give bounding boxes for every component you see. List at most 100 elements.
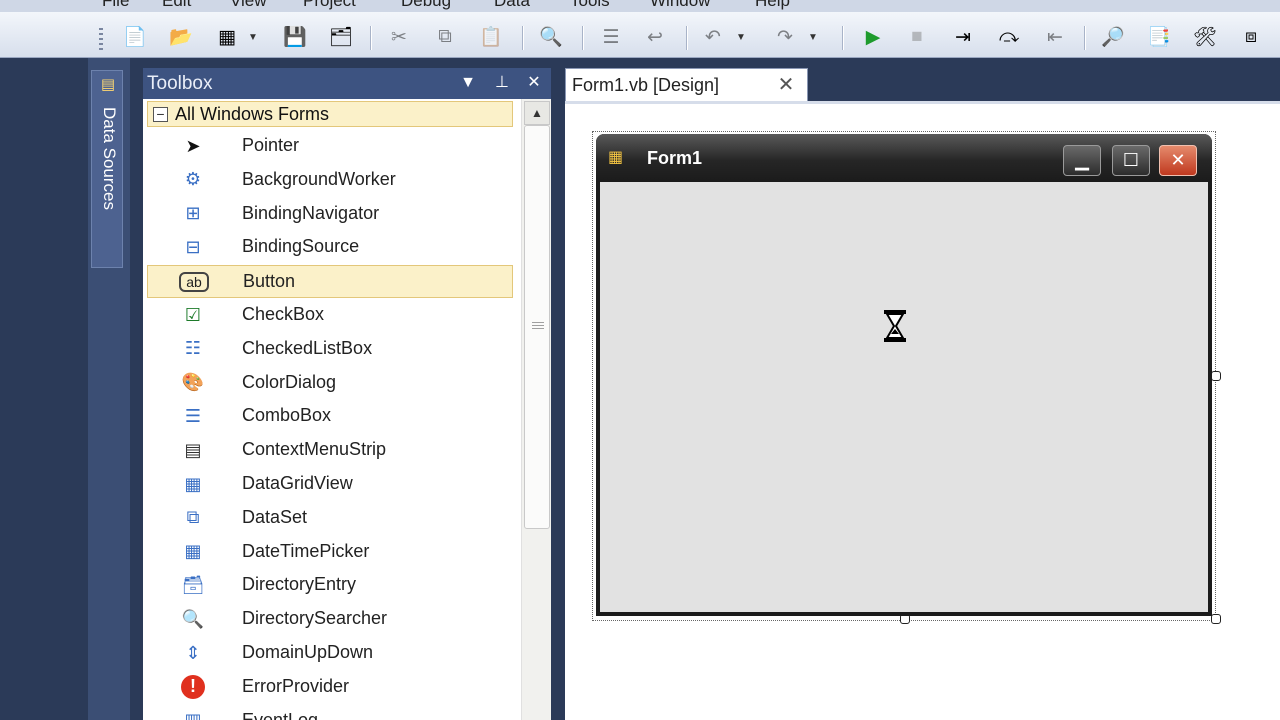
auto-hide-pin-icon[interactable]: ⊥ — [489, 70, 515, 96]
toolbox-item-colordialog[interactable]: 🎨 ColorDialog — [147, 367, 513, 400]
class-view-icon[interactable]: ⧈ — [1236, 23, 1266, 51]
tab-form1-design[interactable]: Form1.vb [Design] ✕ — [565, 68, 808, 101]
close-button[interactable]: ✕ — [1159, 145, 1197, 176]
toolbar-separator — [370, 26, 371, 50]
toolbox-item-button[interactable]: ab Button — [147, 265, 513, 299]
error-provider-icon: ! — [181, 674, 205, 699]
toolbox-item-datetimepicker[interactable]: ▦ DateTimePicker — [147, 536, 513, 569]
menu-item-data[interactable]: Data — [494, 0, 530, 11]
toolbox-item-combobox[interactable]: ☰ ComboBox — [147, 400, 513, 433]
binding-navigator-icon: ⊞ — [185, 203, 201, 224]
color-dialog-icon: 🎨 — [181, 372, 205, 393]
toolbox-item-label: CheckBox — [242, 304, 325, 324]
maximize-button[interactable]: ☐ — [1112, 145, 1150, 176]
paste-icon[interactable]: 📋 — [476, 23, 506, 51]
directory-entry-icon: 🗃 — [181, 574, 205, 595]
stop-debug-icon[interactable]: ■ — [902, 23, 932, 51]
cut-icon[interactable]: ✂ — [384, 23, 414, 51]
toolbox-item-contextmenustrip[interactable]: ▤ ContextMenuStrip — [147, 434, 513, 467]
toolbox-item-bindingnavigator[interactable]: ⊞ BindingNavigator — [147, 198, 513, 231]
copy-icon[interactable]: ⧉ — [430, 23, 460, 51]
toolbox-item-label: DataSet — [242, 506, 308, 527]
scrollbar-thumb[interactable] — [524, 125, 550, 529]
form-designer-surface[interactable]: ▦ Form1 ▁ ☐ ✕ — [565, 101, 1280, 720]
combo-box-icon: ☰ — [184, 405, 202, 426]
toolbox-panel: Toolbox ▼ ⊥ ✕ − All Windows Forms ➤ Point… — [143, 68, 551, 720]
data-sources-tab[interactable]: ▤ Data Sources — [91, 70, 123, 268]
properties-icon[interactable]: 📑 — [1144, 23, 1174, 51]
toolbar-separator — [1084, 26, 1085, 50]
start-debug-icon[interactable]: ▶ — [858, 23, 888, 51]
toolbox-item-eventlog[interactable]: ▥ EventLog — [147, 705, 513, 720]
toolbox-item-directorysearcher[interactable]: 🔍 DirectorySearcher — [147, 603, 513, 636]
undo-icon[interactable]: ↶ — [698, 23, 728, 51]
database-icon: ▤ — [100, 76, 116, 93]
close-icon[interactable]: ✕ — [521, 70, 547, 96]
resize-handle-right[interactable] — [1211, 371, 1221, 381]
step-over-icon[interactable]: ⤼ — [994, 23, 1024, 51]
directory-searcher-icon: 🔍 — [181, 608, 205, 629]
toolbox-item-backgroundworker[interactable]: ⚙ BackgroundWorker — [147, 164, 513, 197]
form1-title: Form1 — [647, 148, 703, 168]
add-item-icon[interactable]: ▦ — [212, 23, 242, 51]
save-icon[interactable]: 💾 — [280, 23, 310, 51]
menu-item-edit[interactable]: Edit — [162, 0, 191, 11]
toolbar-separator — [582, 26, 583, 50]
undo-dropdown-icon[interactable]: ▼ — [734, 23, 748, 51]
add-new-item-icon[interactable]: 📄 — [120, 23, 150, 51]
menu-item-help[interactable]: Help — [755, 0, 790, 11]
data-grid-view-icon: ▦ — [184, 473, 202, 494]
resize-handle-bottom-right[interactable] — [1211, 614, 1221, 624]
menu-item-file[interactable]: File — [102, 0, 129, 11]
comment-icon[interactable]: ☰ — [596, 23, 626, 51]
minimize-button[interactable]: ▁ — [1063, 145, 1101, 176]
menu-item-project[interactable]: Project — [303, 0, 356, 11]
toolbox-item-checkbox[interactable]: ☑ CheckBox — [147, 299, 513, 332]
group-label: All Windows Forms — [175, 104, 330, 124]
toolbox-item-label: DateTimePicker — [242, 540, 370, 561]
toolbox-group-header[interactable]: − All Windows Forms — [147, 101, 513, 127]
toolbox-item-checkedlistbox[interactable]: ☷ CheckedListBox — [147, 333, 513, 366]
form1-title-bar[interactable]: ▦ Form1 ▁ ☐ ✕ — [596, 134, 1212, 182]
close-tab-icon[interactable]: ✕ — [774, 73, 798, 97]
left-tab-strip: ▤ Data Sources — [88, 58, 130, 720]
menu-item-tools[interactable]: Tools — [570, 0, 610, 11]
save-all-icon[interactable]: 🗂 — [326, 23, 356, 51]
toolbox-item-label: ComboBox — [242, 405, 332, 426]
menu-item-debug[interactable]: Debug — [401, 0, 451, 11]
find-icon[interactable]: 🔍 — [536, 23, 566, 51]
redo-dropdown-icon[interactable]: ▼ — [806, 23, 820, 51]
window-position-dropdown-icon[interactable]: ▼ — [455, 70, 481, 96]
toolbox-item-dataset[interactable]: ⧉ DataSet — [147, 502, 513, 535]
toolbox-item-errorprovider[interactable]: ! ErrorProvider — [147, 671, 513, 704]
menu-item-view[interactable]: View — [230, 0, 267, 11]
toolbox-item-directoryentry[interactable]: 🗃 DirectoryEntry — [147, 569, 513, 602]
redo-icon[interactable]: ↷ — [770, 23, 800, 51]
step-into-icon[interactable]: ⇥ — [948, 23, 978, 51]
toolbox-item-label: ContextMenuStrip — [242, 439, 387, 460]
menu-item-window[interactable]: Window — [650, 0, 710, 11]
checked-list-box-icon: ☷ — [184, 338, 202, 359]
toolbox-item-label: Pointer — [242, 135, 300, 155]
tools-icon[interactable]: 🛠 — [1190, 23, 1220, 51]
toolbox-item-datagridview[interactable]: ▦ DataGridView — [147, 468, 513, 501]
open-file-icon[interactable]: 📂 — [166, 23, 196, 51]
tab-title: Form1.vb [Design] — [572, 75, 720, 95]
toolbox-item-pointer[interactable]: ➤ Pointer — [147, 130, 513, 163]
collapse-icon[interactable]: − — [153, 107, 168, 122]
toolbox-list: − All Windows Forms ➤ Pointer ⚙ BackgroundW… — [143, 99, 521, 720]
form1-client-area[interactable] — [600, 182, 1208, 612]
toolbox-item-bindingsource[interactable]: ⊟ BindingSource — [147, 231, 513, 264]
scroll-up-arrow-icon[interactable]: ▲ — [524, 101, 550, 125]
toolbox-item-domainupdown[interactable]: ⇕ DomainUpDown — [147, 637, 513, 670]
dataset-icon: ⧉ — [186, 507, 200, 528]
add-item-dropdown-icon[interactable]: ▼ — [246, 23, 260, 51]
toolbar-separator — [522, 26, 523, 50]
menu-bar: File Edit View Project Debug Data Tools Window H… — [0, 0, 1280, 12]
find-symbol-icon[interactable]: 🔎 — [1098, 23, 1128, 51]
uncomment-icon[interactable]: ↩ — [640, 23, 670, 51]
step-out-icon[interactable]: ⇤ — [1040, 23, 1070, 51]
toolbox-scrollbar[interactable]: ▲ — [521, 99, 551, 720]
form1-window[interactable]: ▦ Form1 ▁ ☐ ✕ — [596, 134, 1212, 616]
toolbar-grip[interactable] — [99, 28, 103, 50]
